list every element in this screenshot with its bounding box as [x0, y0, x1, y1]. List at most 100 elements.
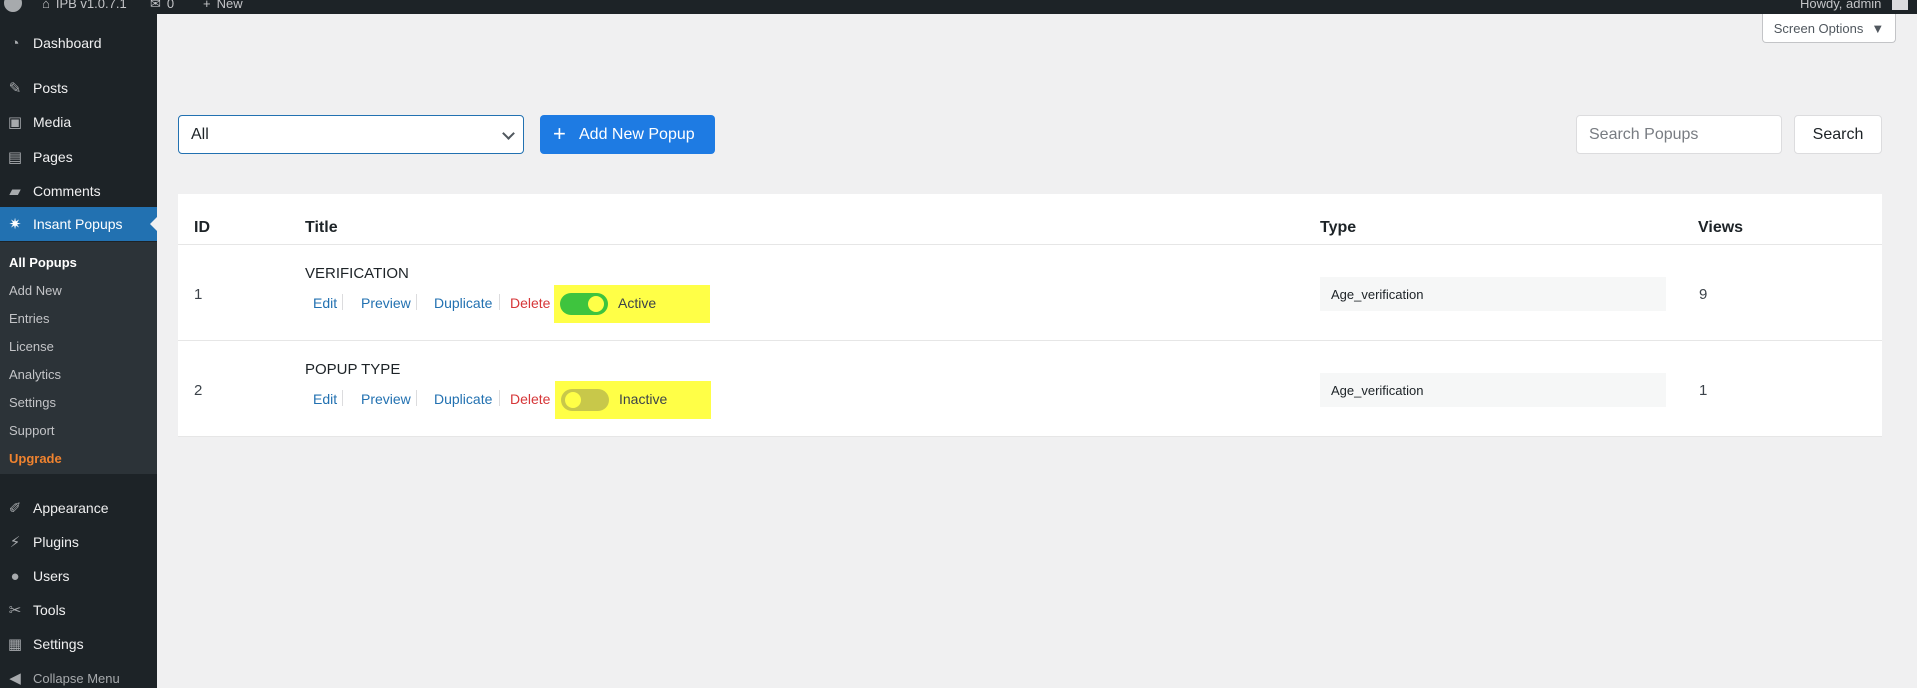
home-icon: ⌂	[42, 0, 50, 11]
status-label: Inactive	[619, 391, 668, 407]
status-label: Active	[618, 295, 657, 311]
admin-sidebar: ◔ Dashboard ✎ Posts ▣ Media ▤ Pages ▰ Co…	[0, 14, 157, 688]
sidebar-item-label: Insant Popups	[33, 216, 123, 232]
preview-link[interactable]: Preview	[361, 295, 411, 311]
new-label: New	[216, 0, 243, 11]
sidebar-item-settings[interactable]: ▦ Settings	[0, 627, 157, 661]
caret-down-icon: ▼	[1871, 20, 1885, 36]
row-views: 9	[1699, 286, 1708, 303]
chevron-down-icon	[502, 127, 515, 140]
sidebar-item-label: Appearance	[33, 500, 109, 516]
admin-bar: ⌂ IPB v1.0.7.1 ✉ 0 + New Howdy, admin	[0, 0, 1917, 14]
action-divider	[416, 294, 417, 310]
site-name-link[interactable]: ⌂ IPB v1.0.7.1	[42, 0, 127, 13]
sidebar-item-label: Users	[33, 568, 70, 584]
column-header-id[interactable]: ID	[194, 219, 210, 237]
avatar[interactable]	[1892, 0, 1908, 10]
column-header-views[interactable]: Views	[1698, 219, 1743, 237]
row-type: Age_verification	[1320, 277, 1666, 311]
toggle-knob	[565, 392, 581, 408]
row-title[interactable]: POPUP TYPE	[305, 361, 400, 378]
plus-icon: +	[203, 0, 211, 11]
sidebar-item-insant-popups[interactable]: ✷ Insant Popups	[0, 207, 157, 241]
edit-link[interactable]: Edit	[313, 295, 337, 311]
site-name-label: IPB v1.0.7.1	[55, 0, 127, 11]
sidebar-item-dashboard[interactable]: ◔ Dashboard	[0, 26, 157, 60]
row-title[interactable]: VERIFICATION	[305, 265, 409, 282]
action-divider	[342, 294, 343, 310]
collapse-menu-button[interactable]: ◀ Collapse Menu	[0, 661, 157, 688]
popup-filter-select[interactable]: All	[178, 115, 524, 154]
comment-icon: ✉	[150, 0, 161, 11]
search-button[interactable]: Search	[1794, 115, 1882, 154]
sidebar-item-pages[interactable]: ▤ Pages	[0, 140, 157, 174]
submenu-analytics[interactable]: Analytics	[9, 367, 61, 382]
wordpress-logo-icon[interactable]	[2, 0, 24, 14]
howdy-account-link[interactable]: Howdy, admin	[1800, 0, 1881, 13]
sidebar-item-label: Settings	[33, 636, 84, 652]
row-id: 1	[194, 286, 203, 303]
sidebar-item-users[interactable]: ● Users	[0, 559, 157, 593]
sidebar-item-posts[interactable]: ✎ Posts	[0, 71, 157, 105]
search-popups-input[interactable]	[1576, 115, 1782, 154]
comments-link[interactable]: ✉ 0	[150, 0, 174, 13]
submenu-upgrade[interactable]: Upgrade	[9, 451, 62, 466]
collapse-menu-label: Collapse Menu	[33, 670, 120, 686]
brush-icon: ✐	[8, 500, 22, 517]
action-divider	[416, 390, 417, 406]
status-highlight: Active	[554, 285, 710, 323]
new-content-link[interactable]: + New	[203, 0, 243, 13]
sidebar-item-label: Plugins	[33, 534, 79, 550]
screen-options-button[interactable]: Screen Options ▼	[1762, 14, 1896, 43]
edit-link[interactable]: Edit	[313, 391, 337, 407]
plus-icon: +	[553, 121, 566, 146]
add-new-popup-button[interactable]: + Add New Popup	[540, 115, 715, 154]
action-divider	[499, 294, 500, 310]
comments-count: 0	[166, 0, 175, 11]
settings-icon: ▦	[7, 636, 23, 653]
sidebar-item-label: Comments	[33, 183, 101, 199]
popup-icon: ✷	[8, 216, 22, 233]
submenu-license[interactable]: License	[9, 339, 54, 354]
sidebar-item-plugins[interactable]: ⚡ Plugins	[0, 525, 157, 559]
duplicate-link[interactable]: Duplicate	[434, 295, 492, 311]
row-divider	[178, 340, 1882, 341]
sidebar-item-comments[interactable]: ▰ Comments	[0, 174, 157, 208]
popups-submenu: All Popups Add New Entries License Analy…	[0, 242, 157, 474]
preview-link[interactable]: Preview	[361, 391, 411, 407]
submenu-settings[interactable]: Settings	[9, 395, 56, 410]
column-header-type[interactable]: Type	[1320, 219, 1356, 237]
row-views: 1	[1699, 382, 1708, 399]
submenu-entries[interactable]: Entries	[9, 311, 49, 326]
status-toggle[interactable]	[561, 389, 609, 411]
add-new-popup-label: Add New Popup	[579, 125, 695, 143]
action-divider	[499, 390, 500, 406]
delete-link[interactable]: Delete	[510, 391, 550, 407]
row-type: Age_verification	[1320, 373, 1666, 407]
sidebar-item-appearance[interactable]: ✐ Appearance	[0, 491, 157, 525]
sidebar-item-label: Tools	[33, 602, 66, 618]
sidebar-item-media[interactable]: ▣ Media	[0, 105, 157, 139]
submenu-support[interactable]: Support	[9, 423, 55, 438]
comment-icon: ▰	[9, 183, 21, 200]
duplicate-link[interactable]: Duplicate	[434, 391, 492, 407]
sidebar-item-label: Dashboard	[33, 35, 102, 51]
pin-icon: ✎	[8, 80, 22, 97]
user-icon: ●	[10, 567, 20, 585]
sidebar-item-label: Pages	[33, 149, 73, 165]
screen-options-label: Screen Options	[1773, 20, 1864, 36]
row-id: 2	[194, 382, 203, 399]
collapse-icon: ◀	[9, 670, 21, 687]
column-header-title[interactable]: Title	[305, 219, 338, 237]
header-divider	[178, 244, 1882, 245]
sidebar-item-label: Posts	[33, 80, 69, 96]
toggle-knob	[588, 296, 604, 312]
sidebar-item-tools[interactable]: ✂ Tools	[0, 593, 157, 627]
submenu-add-new[interactable]: Add New	[9, 283, 62, 298]
sidebar-item-label: Media	[33, 114, 72, 130]
submenu-all-popups[interactable]: All Popups	[9, 255, 77, 270]
delete-link[interactable]: Delete	[510, 295, 550, 311]
status-toggle[interactable]	[560, 293, 608, 315]
media-icon: ▣	[7, 114, 23, 131]
wrench-icon: ✂	[8, 602, 22, 619]
